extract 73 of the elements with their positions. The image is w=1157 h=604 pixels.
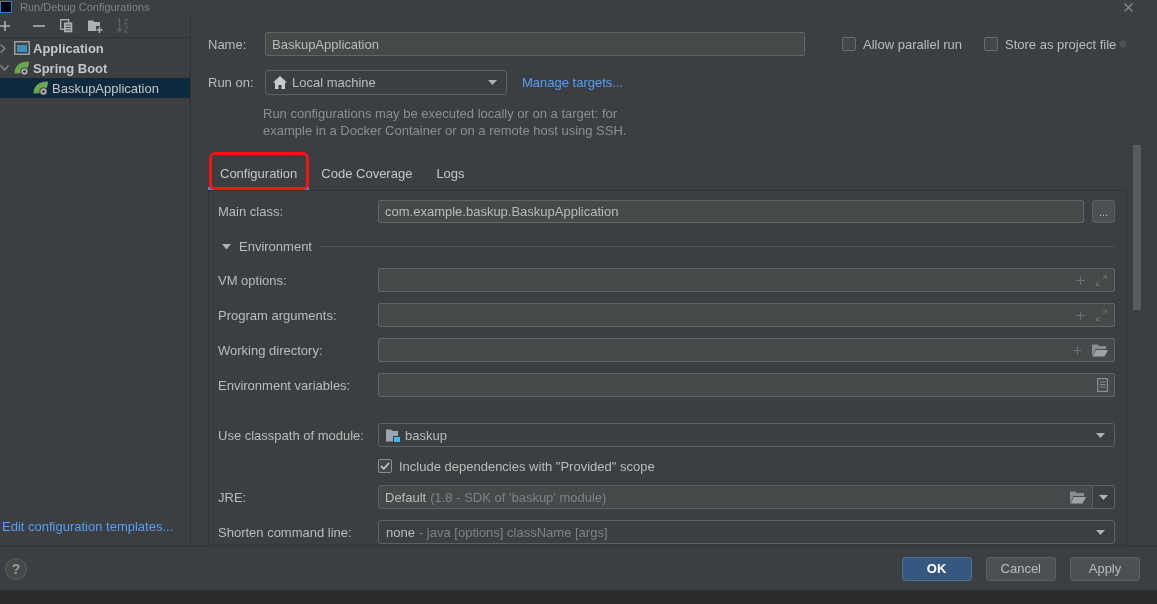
module-dropdown[interactable]: baskup [378, 423, 1115, 447]
help-button[interactable]: ? [5, 557, 27, 580]
manage-targets-link[interactable]: Manage targets... [522, 75, 624, 90]
caret-icon[interactable] [488, 80, 497, 85]
tree-item-label: Application [33, 40, 104, 56]
caret-icon[interactable] [1099, 494, 1108, 500]
name-label: Name: [208, 36, 248, 52]
window-icon [14, 41, 30, 55]
hint-text: Run configurations may be executed locally or on a target: for example in a Docker Container or on a remote host using SSH. [263, 105, 628, 139]
field-label: Working directory: [218, 342, 324, 358]
tab[interactable]: Code Coverage [309, 160, 425, 190]
field-label: Main class: [218, 204, 285, 219]
checkbox-label: Include dependencies with "Provided" scope [399, 458, 655, 474]
tree-item-label: Spring Boot [33, 60, 108, 76]
input-field[interactable] [378, 338, 1115, 362]
plus-icon[interactable] [1074, 273, 1087, 287]
tab[interactable]: Logs [424, 160, 477, 190]
input-field[interactable] [378, 373, 1115, 397]
caret-icon[interactable] [1096, 529, 1105, 535]
chevron-right-icon[interactable] [0, 43, 6, 53]
window-title: Run/Debug Configurations [20, 0, 150, 14]
dropdown-button[interactable] [1093, 485, 1115, 509]
checkbox[interactable] [984, 37, 998, 51]
leaf-gear-icon [33, 80, 49, 96]
dialog-button[interactable]: Apply [1070, 556, 1140, 581]
templates-link[interactable]: Edit configuration templates... [2, 519, 174, 534]
folder-icon[interactable] [1070, 490, 1086, 504]
triangle-down-icon[interactable] [222, 241, 231, 251]
tree-item-label: BaskupApplication [52, 80, 159, 96]
input-field[interactable] [378, 268, 1115, 292]
copy-icon[interactable] [60, 18, 73, 33]
caret-icon[interactable] [1096, 432, 1105, 438]
main-class-field[interactable]: com.example.baskup.BaskupApplication [378, 200, 1084, 223]
shorten-dropdown[interactable]: none - java [options] className [args] [378, 520, 1115, 544]
expand-icon[interactable] [1095, 273, 1108, 287]
tab[interactable]: Configuration [208, 160, 310, 190]
scrollbar-thumb[interactable] [1133, 145, 1141, 310]
field-label: Shorten command line: [218, 524, 353, 540]
chevron-down-icon[interactable] [0, 65, 9, 71]
field-label: Use classpath of module: [218, 427, 365, 443]
section-title: Environment [239, 238, 312, 254]
module-folder-icon [386, 428, 400, 442]
home-icon [273, 76, 287, 89]
dialog-button[interactable]: OK [901, 556, 972, 581]
input-field[interactable] [378, 303, 1115, 327]
field-label: Program arguments: [218, 307, 338, 323]
checkbox-label: Store as project file [1005, 36, 1117, 52]
field-label: JRE: [218, 489, 248, 505]
document-icon[interactable] [1097, 378, 1108, 392]
run-target-dropdown[interactable]: Local machine [265, 70, 507, 95]
tree-item[interactable]: BaskupApplication [0, 78, 190, 98]
tree-item[interactable]: Application [0, 38, 190, 58]
checkbox[interactable] [378, 459, 392, 473]
plus-icon[interactable] [1074, 308, 1087, 322]
remove-icon[interactable] [33, 24, 45, 27]
folder-icon[interactable] [1092, 343, 1108, 357]
expand-icon[interactable] [1095, 308, 1108, 322]
dialog-button[interactable]: Cancel [985, 556, 1056, 581]
leaf-gear-icon [14, 60, 30, 76]
checkbox[interactable] [842, 37, 856, 51]
checkbox-label: Allow parallel run [863, 36, 962, 52]
plus-icon[interactable] [1071, 343, 1084, 357]
tree-item[interactable]: Spring Boot [0, 58, 190, 78]
app-icon [0, 1, 12, 13]
jre-field[interactable]: Default (1.8 - SDK of 'baskup' module) [378, 485, 1093, 509]
field-label: Environment variables: [218, 377, 352, 393]
field-label: VM options: [218, 272, 288, 288]
close-icon[interactable] [1124, 2, 1133, 12]
folder-add-icon[interactable] [88, 18, 103, 33]
run-on-label: Run on: [208, 75, 255, 90]
browse-button[interactable]: ... [1092, 200, 1115, 223]
name-field[interactable]: BaskupApplication [265, 32, 805, 56]
add-icon[interactable] [0, 20, 10, 31]
